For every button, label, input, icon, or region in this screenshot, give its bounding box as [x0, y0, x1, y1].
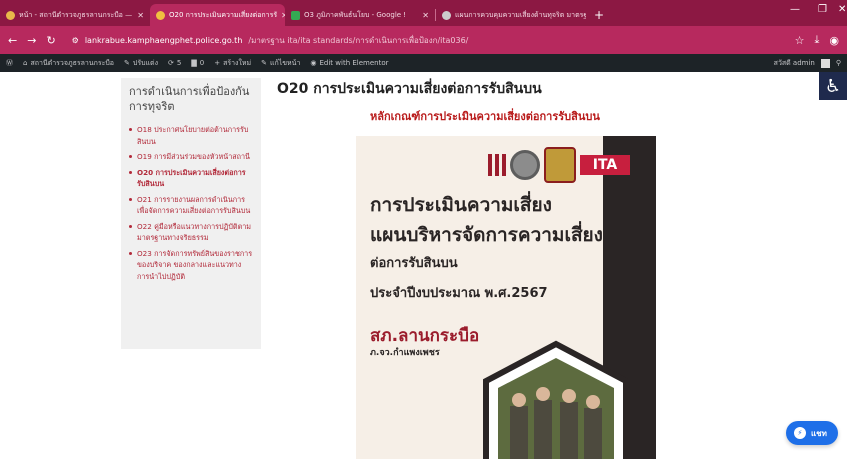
sidebar-item-o18[interactable]: O18 ประกาศนโยบายต่อต้านการรับสินบน [129, 124, 253, 147]
close-icon[interactable]: ✕ [422, 11, 429, 20]
tab-title: O20 การประเมินความเสี่ยงต่อการรั [169, 10, 278, 19]
browser-tab[interactable]: แผนการควบคุมความเสี่ยงด้านทุจริต มาตรฐ ✕ [436, 4, 586, 26]
wheelchair-icon: ♿ [824, 75, 842, 97]
police-photo-hexagon [483, 340, 629, 459]
wp-admin-bar: Ⓦ ⌂ สถานีตำรวจภูธรลานกระบือ ✎ ปรับแต่ง ⟳ 5 … [0, 54, 847, 72]
sidebar-item-o19[interactable]: O19 การมีส่วนร่วมของหัวหน้าสถานี [129, 151, 253, 163]
police-seal-icon [510, 150, 540, 180]
forward-icon[interactable]: → [27, 34, 36, 47]
sidebar-item-o23[interactable]: O23 การจัดการทรัพย์สินของราชการของบริจาค… [129, 248, 253, 283]
customize-label: ปรับแต่ง [132, 58, 159, 67]
new-tab-button[interactable]: + [586, 4, 612, 26]
browser-tab[interactable]: O3 ภูมิภาคพันธ์นโยบ - Google ! ✕ [285, 4, 435, 26]
police-emblem-icon [544, 147, 576, 183]
new-label: สร้างใหม่ [223, 58, 252, 67]
reload-icon[interactable]: ↻ [46, 34, 55, 47]
address-bar[interactable]: ⚙ lankrabue.kamphaengphet.police.go.th/ม… [66, 30, 785, 50]
page-content: การดำเนินการเพื่อป้องกันการทุจริต O18 ปร… [0, 72, 847, 459]
sidebar-item-label: O18 ประกาศนโยบายต่อต้านการรับสินบน [137, 125, 249, 146]
search-icon[interactable]: ⚲ [836, 59, 841, 67]
close-window-icon[interactable]: ✕ [838, 4, 846, 15]
chat-button[interactable]: ⚡ แชท [786, 421, 838, 445]
messenger-icon: ⚡ [794, 427, 806, 439]
page-title: O20 การประเมินความเสี่ยงต่อการรับสินบน [277, 81, 542, 97]
accessibility-button[interactable]: ♿ [819, 72, 847, 100]
avatar[interactable] [820, 58, 830, 68]
sidebar-title: การดำเนินการเพื่อป้องกันการทุจริต [129, 85, 250, 113]
restore-icon[interactable]: ❐ [818, 4, 827, 15]
url-path: /มาตรฐาน ita/ita standards/การดำเนินการเ… [248, 35, 469, 45]
browser-toolbar: ← → ↻ ⚙ lankrabue.kamphaengphet.police.g… [0, 26, 847, 54]
updates-count: 5 [176, 59, 182, 67]
browser-tab[interactable]: หน้า - สถานีตำรวจภูธรลานกระบือ — ✕ [0, 4, 150, 26]
ita-logo: ITA [580, 155, 630, 175]
edit-page-link[interactable]: ✎ แก้ไขหน้า [261, 58, 300, 69]
comments-link[interactable]: ▇ 0 [191, 59, 204, 67]
account-greeting[interactable]: สวัสดี admin [774, 58, 815, 69]
url-host: lankrabue.kamphaengphet.police.go.th [84, 35, 243, 45]
poster-line-4: ประจำปีงบประมาณ พ.ศ.2567 [370, 286, 548, 301]
tab-title: หน้า - สถานีตำรวจภูธรลานกระบือ — [19, 10, 133, 19]
bullet-icon [129, 128, 132, 131]
pencil-icon: ✎ [261, 59, 267, 67]
poster-line-1: การประเมินความเสี่ยง [370, 194, 552, 216]
sidebar-item-label: O23 การจัดการทรัพย์สินของราชการของบริจาค… [137, 248, 253, 281]
site-favicon-icon [156, 10, 165, 20]
sidebar-item-label: O19 การมีส่วนร่วมของหัวหน้าสถานี [137, 152, 250, 161]
poster-image: ITA การประเมินความเสี่ยง แผนบริหารจัดการ… [356, 136, 656, 459]
site-name: สถานีตำรวจภูธรลานกระบือ [30, 58, 115, 67]
brush-icon: ✎ [124, 59, 130, 67]
globe-icon [442, 10, 451, 20]
elementor-icon: ◉ [310, 59, 317, 67]
site-favicon-icon [6, 10, 15, 20]
poster-line-3: ต่อการรับสินบน [370, 256, 458, 271]
poster-province: ภ.จว.กำแพงเพชร [370, 348, 440, 358]
tab-title: แผนการควบคุมความเสี่ยงด้านทุจริต มาตรฐ [455, 10, 586, 19]
plus-icon: + [214, 59, 221, 67]
sidebar-item-label: O20 การประเมินความเสี่ยงต่อการรับสินบน [137, 167, 246, 189]
updates-link[interactable]: ⟳ 5 [168, 59, 181, 67]
download-icon[interactable]: ⤓ [815, 33, 820, 47]
google-drive-icon [291, 10, 300, 20]
bullet-icon [129, 155, 132, 158]
tab-title: O3 ภูมิภาคพันธ์นโยบ - Google ! [304, 10, 407, 19]
comments-count: 0 [199, 59, 205, 67]
bullet-icon [129, 197, 132, 201]
poster-line-2: แผนบริหารจัดการความเสี่ยง [370, 224, 603, 246]
extension-icon[interactable]: ◉ [829, 34, 839, 47]
sidebar-item-o22[interactable]: O22 คู่มือหรือแนวทางการปฏิบัติตามมาตรฐาน… [129, 221, 253, 244]
wordpress-logo-icon[interactable]: Ⓦ [6, 58, 13, 68]
sidebar-item-o20[interactable]: O20 การประเมินความเสี่ยงต่อการรับสินบน [129, 167, 253, 190]
comment-icon: ▇ [191, 59, 197, 67]
bullet-icon [129, 170, 132, 174]
site-info-icon[interactable]: ⚙ [72, 36, 79, 45]
new-content-link[interactable]: + สร้างใหม่ [214, 58, 251, 69]
bookmark-star-icon[interactable]: ☆ [795, 34, 805, 47]
back-icon[interactable]: ← [8, 34, 17, 47]
elementor-link[interactable]: ◉ Edit with Elementor [310, 59, 388, 67]
ita-logo-text: ITA [592, 157, 618, 173]
sidebar-list: O18 ประกาศนโยบายต่อต้านการรับสินบน O19 ก… [129, 124, 253, 282]
browser-tab-active[interactable]: O20 การประเมินความเสี่ยงต่อการรั ✕ [150, 4, 285, 26]
edit-label: แก้ไขหน้า [270, 58, 301, 67]
section-subheading: หลักเกณฑ์การประเมินความเสี่ยงต่อการรับสิ… [370, 110, 600, 123]
elementor-label: Edit with Elementor [319, 59, 389, 67]
home-icon: ⌂ [23, 59, 28, 67]
admin-site-link[interactable]: ⌂ สถานีตำรวจภูธรลานกระบือ [23, 58, 114, 69]
customize-link[interactable]: ✎ ปรับแต่ง [124, 58, 158, 69]
stripe-bars-icon [488, 154, 506, 176]
poster-logo-strip: ITA [488, 146, 630, 184]
sidebar-item-o21[interactable]: O21 การรายงานผลการดำเนินการเพื่อจัดการคว… [129, 194, 253, 217]
bullet-icon [129, 251, 132, 255]
updates-icon: ⟳ [168, 59, 174, 67]
sidebar: การดำเนินการเพื่อป้องกันการทุจริต O18 ปร… [121, 78, 261, 349]
close-icon[interactable]: ✕ [137, 11, 144, 20]
bullet-icon [129, 224, 132, 228]
minimize-icon[interactable]: — [790, 4, 800, 15]
chat-label: แชท [811, 428, 827, 438]
tab-strip: หน้า - สถานีตำรวจภูธรลานกระบือ — ✕ O20 ก… [0, 0, 847, 26]
sidebar-item-label: O22 คู่มือหรือแนวทางการปฏิบัติตามมาตรฐาน… [137, 221, 252, 243]
sidebar-item-label: O21 การรายงานผลการดำเนินการเพื่อจัดการคว… [137, 194, 251, 216]
